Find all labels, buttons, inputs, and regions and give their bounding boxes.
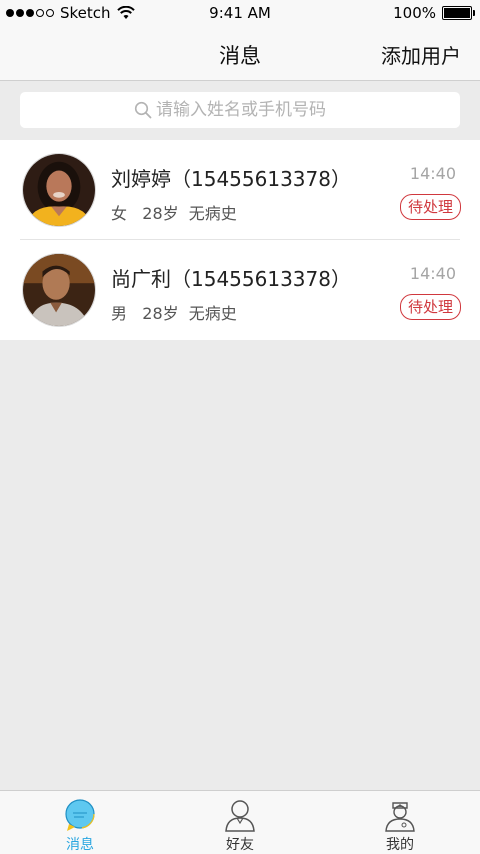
tab-messages[interactable]: 消息 — [0, 791, 160, 854]
tab-label: 消息 — [66, 837, 94, 853]
search-input[interactable] — [156, 100, 346, 120]
doctor-icon — [385, 802, 415, 832]
search-box[interactable] — [20, 92, 460, 128]
search-icon — [134, 101, 152, 119]
status-badge: 待处理 — [399, 294, 461, 320]
nav-bar: 消息 添加用户 — [0, 26, 480, 81]
tab-label: 好友 — [226, 837, 254, 853]
tab-bar: 消息 好友 我的 — [0, 790, 480, 854]
status-badge: 待处理 — [399, 194, 461, 220]
contact-name: 刘婷婷（15455613378） — [111, 167, 351, 191]
tab-label: 我的 — [386, 837, 414, 853]
search-area — [0, 82, 480, 140]
status-bar: Sketch 9:41 AM 100% — [0, 0, 480, 26]
tab-friends[interactable]: 好友 — [160, 791, 320, 854]
person-icon — [225, 800, 255, 832]
battery-icon — [442, 6, 475, 20]
contact-detail: 女 28岁 无病史 — [111, 204, 237, 223]
status-right: 100% — [393, 4, 475, 22]
avatar-man-icon — [23, 254, 95, 326]
avatar — [22, 153, 96, 227]
message-list: 刘婷婷（15455613378） 女 28岁 无病史 14:40 待处理 尚广利… — [0, 140, 480, 340]
message-time: 14:40 — [409, 164, 456, 183]
contact-name: 尚广利（15455613378） — [111, 267, 351, 291]
battery-percentage: 100% — [393, 4, 436, 22]
chat-bubble-icon — [65, 799, 95, 831]
tab-profile[interactable]: 我的 — [320, 791, 480, 854]
list-item[interactable]: 刘婷婷（15455613378） 女 28岁 无病史 14:40 待处理 — [0, 140, 480, 240]
message-time: 14:40 — [409, 264, 456, 283]
screen: Sketch 9:41 AM 100% 消息 添加用户 请输入姓名或手机号码 刘… — [0, 0, 480, 854]
avatar — [22, 253, 96, 327]
avatar-woman-icon — [23, 154, 95, 226]
list-item[interactable]: 尚广利（15455613378） 男 28岁 无病史 14:40 待处理 — [0, 240, 480, 340]
add-user-button[interactable]: 添加用户 — [381, 40, 461, 69]
contact-detail: 男 28岁 无病史 — [111, 304, 237, 323]
